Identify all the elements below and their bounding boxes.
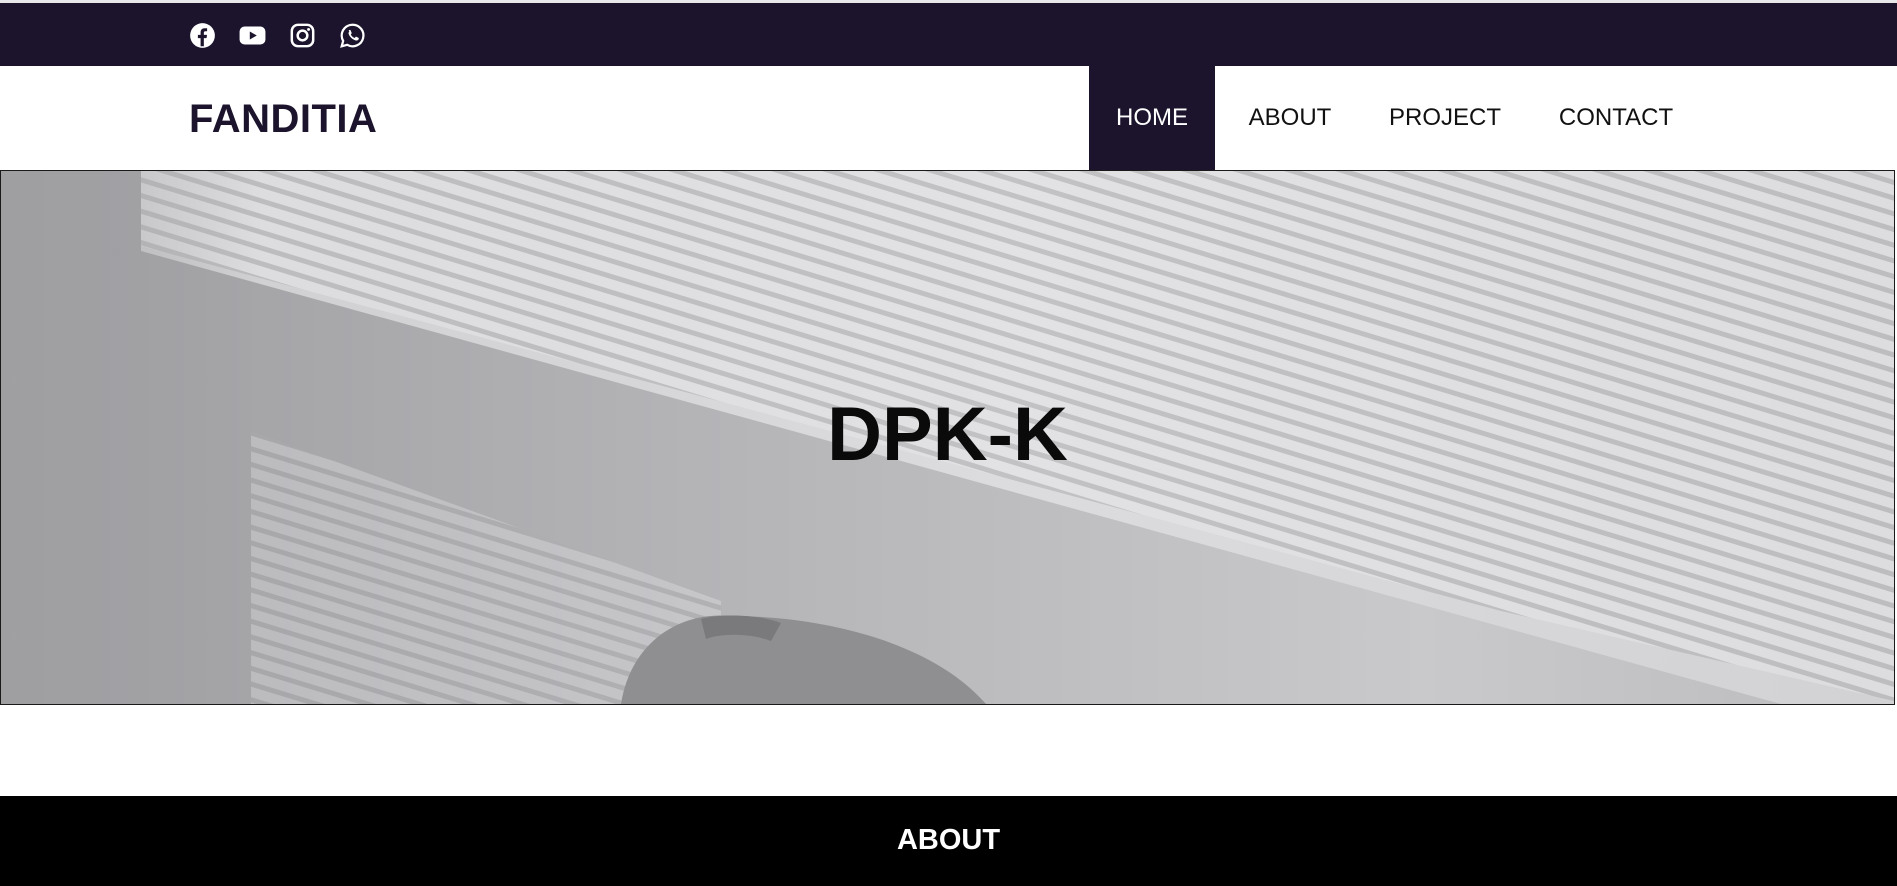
site-logo[interactable]: FANDITIA <box>189 99 377 139</box>
social-bar <box>0 3 1897 66</box>
page: FANDITIA HOME ABOUT PROJECT CONTACT DPK-… <box>0 0 1897 886</box>
about-section-header: ABOUT <box>0 796 1897 886</box>
nav-menu: HOME ABOUT PROJECT CONTACT <box>1089 66 1707 170</box>
facebook-icon[interactable] <box>189 22 216 49</box>
nav-contact-link[interactable]: CONTACT <box>1525 66 1707 170</box>
main-navbar: FANDITIA HOME ABOUT PROJECT CONTACT <box>0 66 1897 170</box>
hero-title: DPK-K <box>827 392 1068 477</box>
nav-home-link[interactable]: HOME <box>1089 66 1215 170</box>
nav-project-link[interactable]: PROJECT <box>1365 66 1525 170</box>
nav-about-link[interactable]: ABOUT <box>1215 66 1365 170</box>
whatsapp-icon[interactable] <box>339 22 366 49</box>
youtube-icon[interactable] <box>239 22 266 49</box>
hero-banner: DPK-K <box>0 170 1895 705</box>
about-heading: ABOUT <box>896 824 1001 856</box>
instagram-icon[interactable] <box>289 22 316 49</box>
social-links <box>189 20 366 50</box>
